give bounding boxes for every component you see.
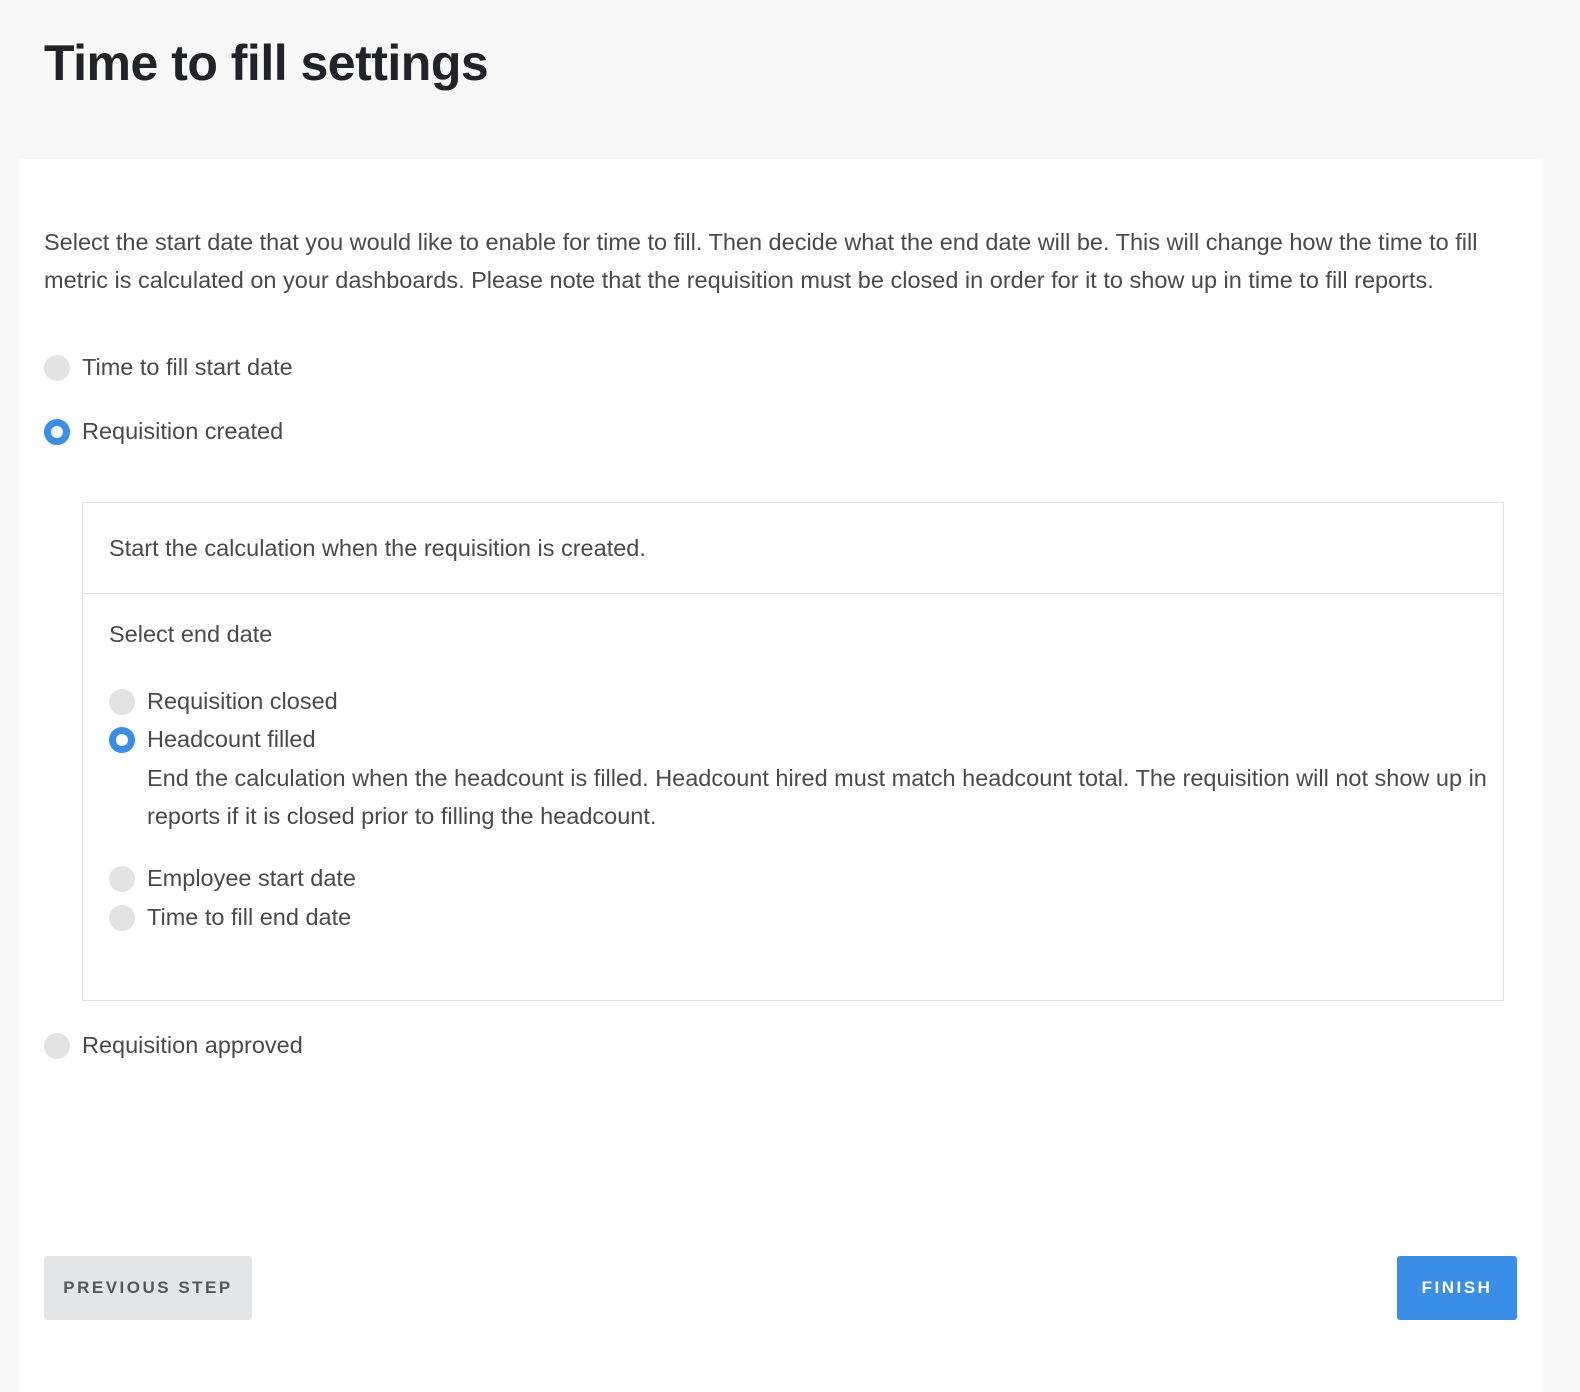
- radio-unchecked-icon[interactable]: [44, 354, 70, 381]
- end-option-requisition-closed[interactable]: Requisition closed: [109, 688, 338, 715]
- start-option-description: Start the calculation when the requisiti…: [83, 503, 1503, 594]
- start-option-label: Requisition created: [82, 418, 284, 444]
- page-title: Time to fill settings: [44, 35, 489, 91]
- end-option-time-to-fill-end-date[interactable]: Time to fill end date: [109, 904, 351, 931]
- radio-unchecked-icon[interactable]: [109, 865, 135, 892]
- start-option-label: Time to fill start date: [82, 354, 293, 380]
- start-option-requisition-approved[interactable]: Requisition approved: [44, 1032, 303, 1059]
- start-option-time-to-fill-start-date[interactable]: Time to fill start date: [44, 354, 293, 381]
- start-option-requisition-created[interactable]: Requisition created: [44, 418, 283, 445]
- start-option-detail-panel: Start the calculation when the requisiti…: [82, 502, 1504, 1001]
- end-option-label: Employee start date: [147, 865, 356, 891]
- end-option-label: Time to fill end date: [147, 904, 352, 930]
- end-option-headcount-filled[interactable]: Headcount filled: [109, 726, 316, 753]
- end-option-employee-start-date[interactable]: Employee start date: [109, 865, 356, 892]
- radio-checked-icon[interactable]: [109, 726, 135, 753]
- finish-button[interactable]: FINISH: [1397, 1256, 1517, 1320]
- previous-step-button[interactable]: PREVIOUS STEP: [44, 1256, 252, 1320]
- radio-unchecked-icon[interactable]: [44, 1032, 70, 1059]
- settings-card: Select the start date that you would lik…: [18, 159, 1543, 1392]
- radio-unchecked-icon[interactable]: [109, 688, 135, 715]
- radio-checked-icon[interactable]: [44, 418, 70, 445]
- end-date-title: Select end date: [109, 621, 273, 647]
- radio-unchecked-icon[interactable]: [109, 904, 135, 931]
- intro-text: Select the start date that you would lik…: [44, 229, 1478, 293]
- start-option-label: Requisition approved: [82, 1032, 303, 1058]
- end-option-description: End the calculation when the headcount i…: [147, 765, 1487, 829]
- end-option-label: Headcount filled: [147, 726, 316, 752]
- end-option-label: Requisition closed: [147, 688, 338, 714]
